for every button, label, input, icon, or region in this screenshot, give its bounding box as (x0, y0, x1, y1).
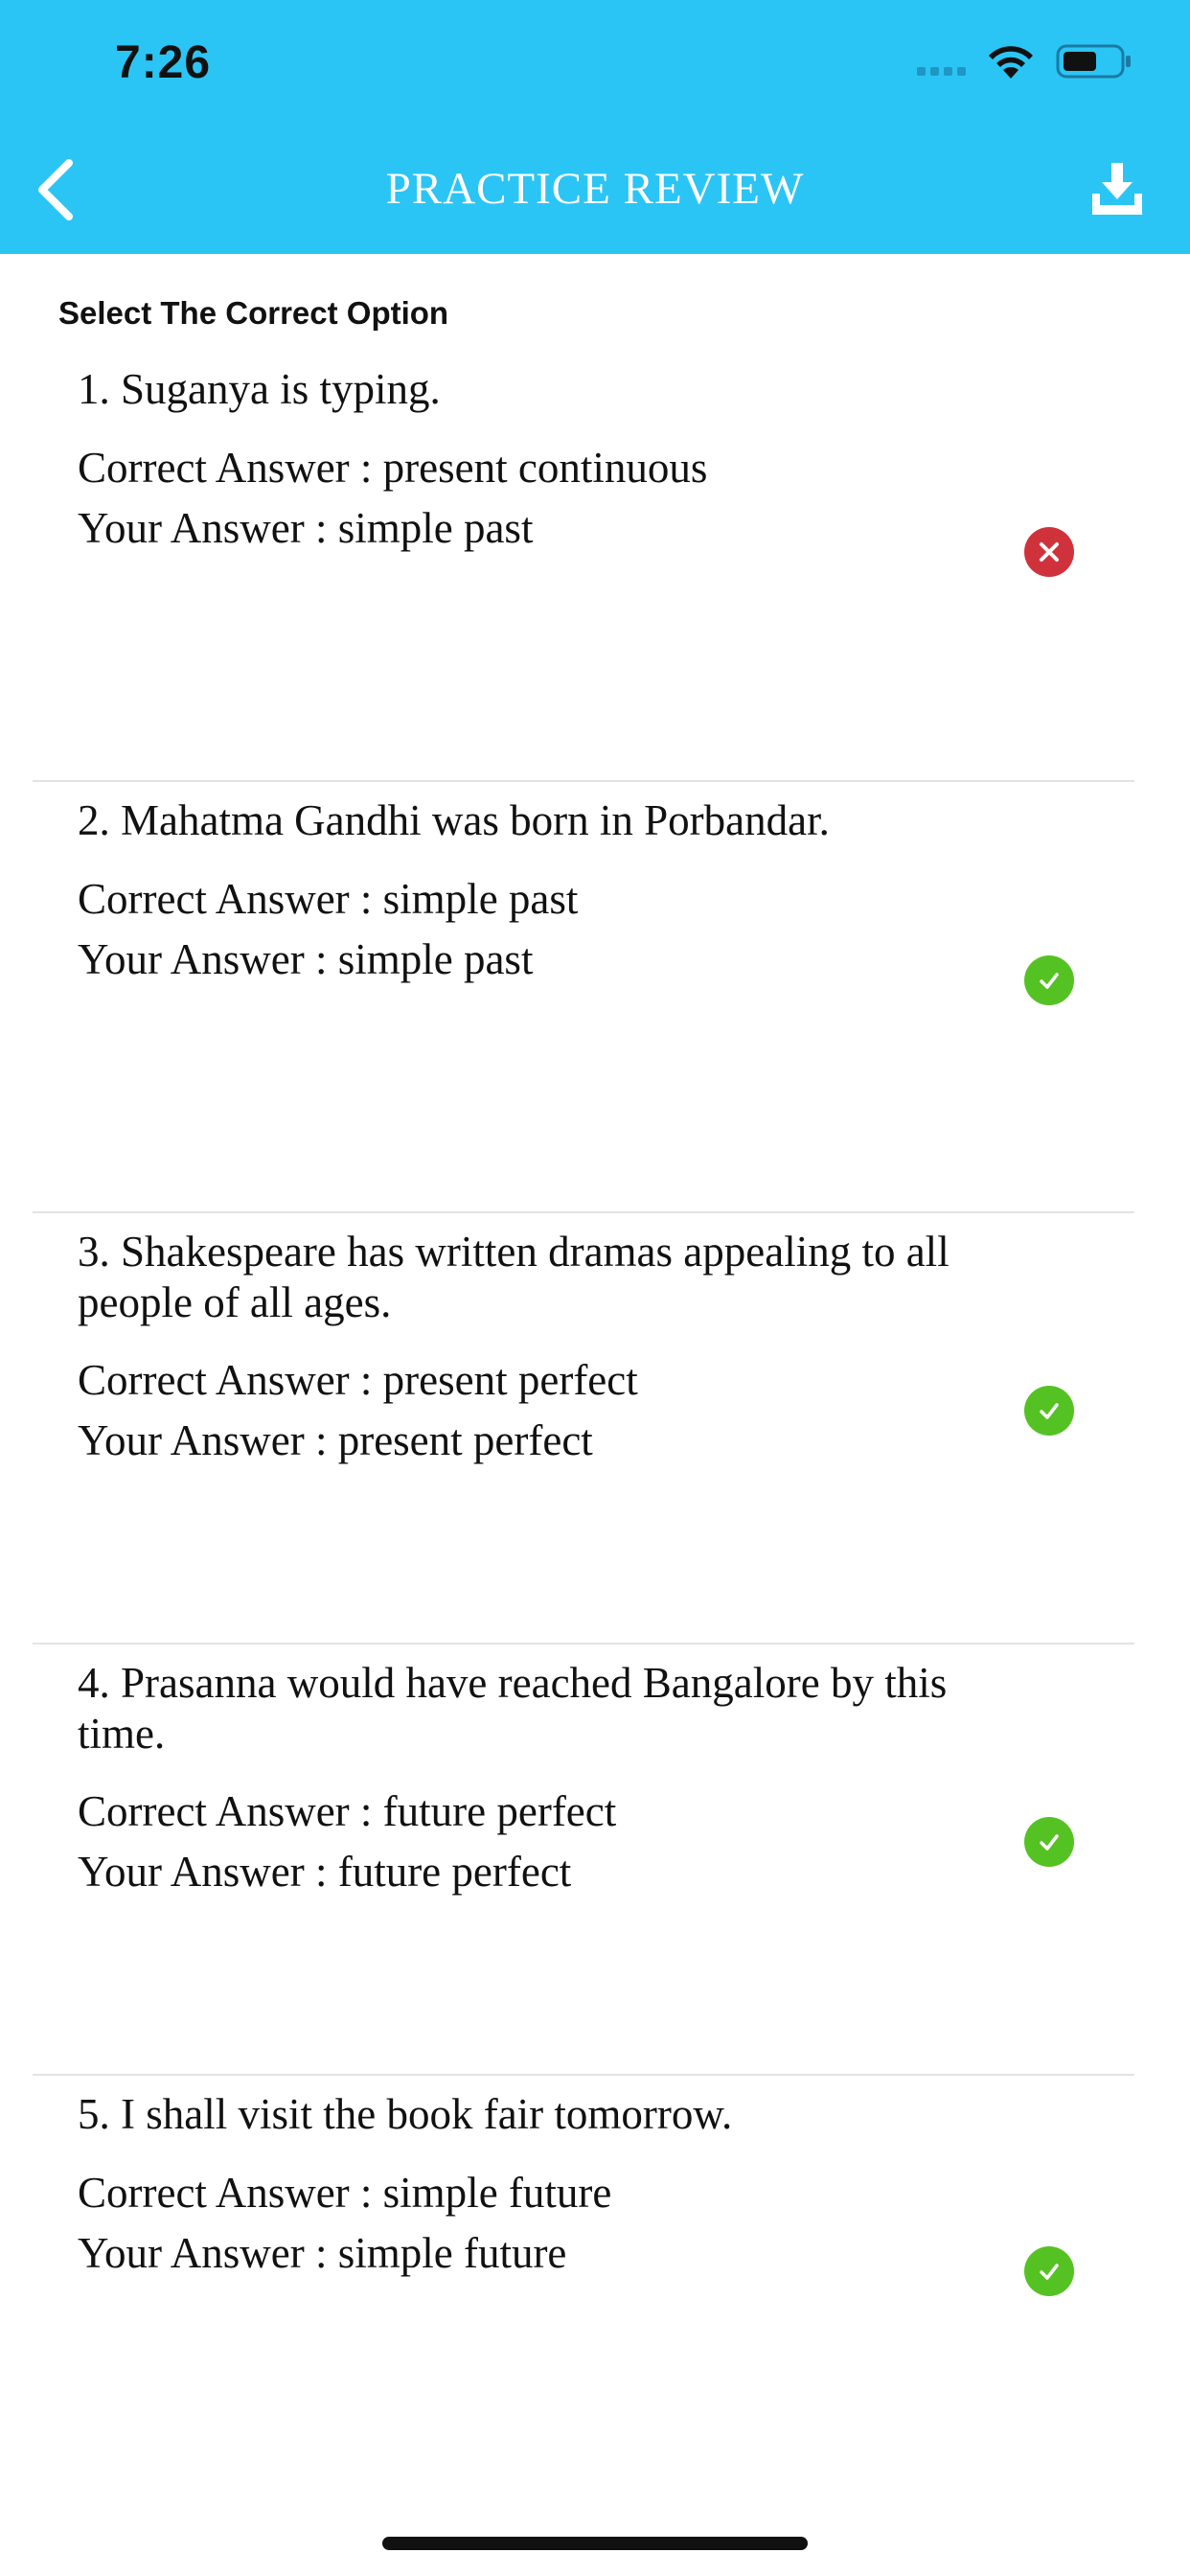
answer-block: Correct Answer : present continuous Your… (78, 438, 707, 559)
check-icon (1024, 1817, 1074, 1867)
wifi-icon (989, 46, 1033, 79)
answer-block: Correct Answer : present perfect Your An… (78, 1350, 638, 1471)
download-button[interactable] (1090, 161, 1144, 215)
correct-answer: Correct Answer : present perfect (78, 1356, 638, 1404)
question-text: 1. Suganya is typing. (78, 365, 441, 413)
your-answer: Your Answer : future perfect (78, 1848, 572, 1896)
question-item: 5. I shall visit the book fair tomorrow.… (0, 2076, 1190, 2507)
home-indicator[interactable] (382, 2537, 808, 2550)
question-list: 1. Suganya is typing. Correct Answer : p… (0, 351, 1190, 2507)
check-icon (1024, 955, 1074, 1005)
question-item: 1. Suganya is typing. Correct Answer : p… (0, 351, 1190, 782)
check-icon (1024, 2246, 1074, 2296)
download-icon (1092, 163, 1142, 215)
your-answer: Your Answer : simple future (78, 2229, 567, 2277)
question-item: 4. Prasanna would have reached Bangalore… (0, 1644, 1190, 2076)
page-title: PRACTICE REVIEW (385, 164, 805, 214)
question-text: 2. Mahatma Gandhi was born in Porbandar. (78, 796, 830, 844)
answer-block: Correct Answer : future perfect Your Ans… (78, 1782, 616, 1902)
question-item: 2. Mahatma Gandhi was born in Porbandar.… (0, 782, 1190, 1213)
battery-icon (1056, 44, 1131, 79)
question-text: 3. Shakespeare has written dramas appeal… (78, 1228, 950, 1326)
your-answer: Your Answer : simple past (78, 935, 534, 983)
question-item: 3. Shakespeare has written dramas appeal… (0, 1213, 1190, 1644)
correct-answer: Correct Answer : simple future (78, 2169, 612, 2217)
your-answer: Your Answer : present perfect (78, 1416, 593, 1464)
check-icon (1024, 1386, 1074, 1436)
correct-answer: Correct Answer : future perfect (78, 1787, 617, 1835)
question-text: 4. Prasanna would have reached Bangalore… (78, 1659, 948, 1758)
status-time: 7:26 (115, 37, 212, 88)
status-icons (917, 42, 1133, 80)
question-text: 5. I shall visit the book fair tomorrow. (78, 2090, 733, 2138)
answer-block: Correct Answer : simple future Your Answ… (78, 2163, 611, 2284)
wrong-icon (1024, 527, 1074, 577)
app-header: 7:26 PRACTICE REVIEW (0, 0, 1190, 254)
signal-icon (917, 47, 966, 76)
correct-answer: Correct Answer : present continuous (78, 444, 708, 492)
section-title: Select The Correct Option (58, 295, 449, 331)
answer-block: Correct Answer : simple past Your Answer… (78, 869, 578, 990)
correct-answer: Correct Answer : simple past (78, 875, 579, 923)
your-answer: Your Answer : simple past (78, 504, 534, 552)
